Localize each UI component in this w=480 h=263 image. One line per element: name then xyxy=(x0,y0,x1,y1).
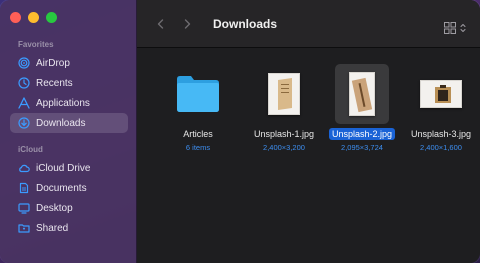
photo-preview xyxy=(420,80,462,108)
cloud-icon xyxy=(18,162,30,174)
sidebar-item-recents[interactable]: Recents xyxy=(10,73,128,93)
forward-button[interactable] xyxy=(177,14,197,34)
sidebar-item-applications[interactable]: Applications xyxy=(10,93,128,113)
sidebar-item-icloud-drive[interactable]: iCloud Drive xyxy=(10,158,128,178)
shared-folder-icon xyxy=(18,222,30,234)
zoom-window-button[interactable] xyxy=(46,11,57,23)
photo-preview xyxy=(268,73,300,115)
chevron-right-icon xyxy=(184,18,191,29)
icon-grid-icon xyxy=(444,22,456,34)
sidebar-item-desktop[interactable]: Desktop xyxy=(10,198,128,218)
image-thumbnail xyxy=(244,64,324,124)
sidebar-item-label: Applications xyxy=(36,97,90,109)
sidebar-item-label: Shared xyxy=(36,222,69,234)
image-thumbnail xyxy=(401,64,480,124)
sidebar-item-shared[interactable]: Shared xyxy=(10,218,128,238)
sidebar-item-label: Documents xyxy=(36,182,87,194)
file-item-unsplash-2[interactable]: Unsplash-2.jpg 2,095×3,724 xyxy=(322,64,402,152)
file-item-articles[interactable]: Articles 6 items xyxy=(158,64,238,152)
file-item-unsplash-1[interactable]: Unsplash-1.jpg 2,400×3,200 xyxy=(244,64,324,152)
photo-preview xyxy=(349,72,375,116)
sidebar: Favorites AirDrop Recents Applications D… xyxy=(0,0,137,263)
sidebar-section-favorites: Favorites xyxy=(18,40,54,49)
download-icon xyxy=(18,117,30,129)
desktop-icon xyxy=(18,202,30,214)
file-name: Unsplash-3.jpg xyxy=(410,129,472,139)
document-icon xyxy=(18,182,30,194)
finder-window: Favorites AirDrop Recents Applications D… xyxy=(0,0,480,263)
applications-icon xyxy=(18,97,30,109)
sidebar-item-label: Recents xyxy=(36,77,73,89)
file-name: Unsplash-1.jpg xyxy=(253,129,315,139)
sidebar-item-documents[interactable]: Documents xyxy=(10,178,128,198)
file-info: 2,400×3,200 xyxy=(263,143,305,152)
view-mode-button[interactable] xyxy=(444,22,466,34)
folder-icon xyxy=(177,76,219,112)
folder-thumbnail xyxy=(158,64,238,124)
toolbar: Downloads xyxy=(137,0,480,48)
minimize-window-button[interactable] xyxy=(28,11,39,23)
sidebar-item-label: Downloads xyxy=(36,117,86,129)
file-info: 2,095×3,724 xyxy=(341,143,383,152)
window-title: Downloads xyxy=(213,16,278,31)
sidebar-item-label: iCloud Drive xyxy=(36,162,91,174)
main-content: Downloads Articles 6 items Unsplash-1.jp… xyxy=(137,0,480,263)
sidebar-item-airdrop[interactable]: AirDrop xyxy=(10,53,128,73)
image-thumbnail xyxy=(335,64,389,124)
chevron-updown-icon xyxy=(460,24,466,32)
sidebar-item-label: AirDrop xyxy=(36,57,70,69)
window-controls xyxy=(0,10,136,24)
airdrop-icon xyxy=(18,57,30,69)
file-grid: Articles 6 items Unsplash-1.jpg 2,400×3,… xyxy=(137,48,480,263)
clock-icon xyxy=(18,77,30,89)
file-info: 6 items xyxy=(185,143,211,152)
sidebar-item-label: Desktop xyxy=(36,202,73,214)
close-window-button[interactable] xyxy=(10,11,21,23)
file-info: 2,400×1,600 xyxy=(420,143,462,152)
chevron-left-icon xyxy=(157,18,164,29)
sidebar-section-icloud: iCloud xyxy=(18,145,43,154)
back-button[interactable] xyxy=(151,14,171,34)
file-item-unsplash-3[interactable]: Unsplash-3.jpg 2,400×1,600 xyxy=(401,64,480,152)
file-name: Unsplash-2.jpg xyxy=(328,128,396,140)
file-name: Articles xyxy=(183,129,213,139)
sidebar-item-downloads[interactable]: Downloads xyxy=(10,113,128,133)
